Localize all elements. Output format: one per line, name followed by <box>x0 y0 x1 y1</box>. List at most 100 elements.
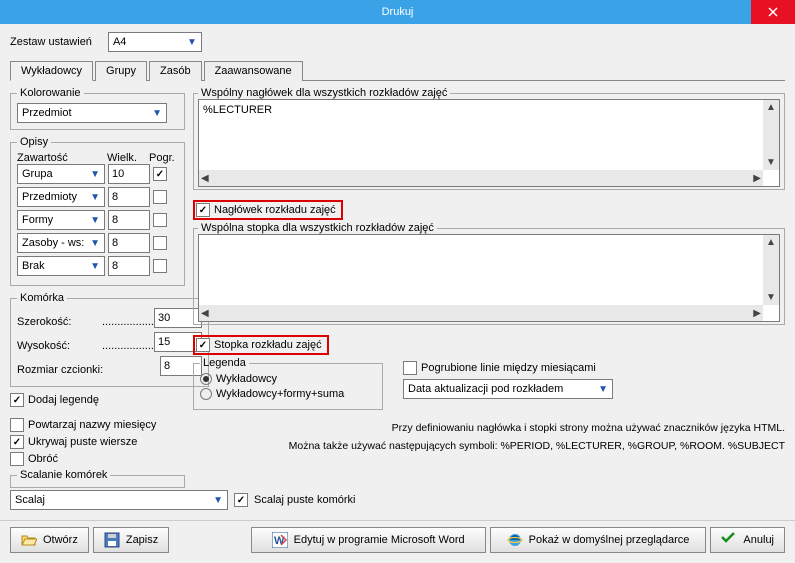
chevron-down-icon: ▼ <box>152 108 162 119</box>
opisy-val-4[interactable]: 8 <box>108 256 150 276</box>
opisy-sel-1[interactable]: Przedmioty▼ <box>17 187 105 207</box>
kolorowanie-select[interactable]: Przedmiot ▼ <box>17 103 167 123</box>
chevron-down-icon: ▼ <box>598 384 608 395</box>
cancel-button[interactable]: Anuluj <box>710 527 785 553</box>
chevron-down-icon: ▼ <box>90 215 100 226</box>
header-legend: Wspólny nagłówek dla wszystkich rozkładó… <box>198 87 450 99</box>
scalanie-select[interactable]: Scalaj ▼ <box>10 490 228 510</box>
open-button[interactable]: Otwórz <box>10 527 89 553</box>
powt-chk[interactable] <box>10 418 24 432</box>
opisy-chk-0[interactable]: ✓ <box>153 167 167 181</box>
opisy-val-0[interactable]: 10 <box>108 164 150 184</box>
dodaj-label: Dodaj legendę <box>28 394 99 406</box>
footer-textarea[interactable]: ▲▼ ◀▶ <box>198 234 780 322</box>
scalanie-legend: Scalanie komórek <box>17 469 110 481</box>
arrow-up-icon: ▲ <box>764 235 778 250</box>
opisy-val-1[interactable]: 8 <box>108 187 150 207</box>
folder-open-icon <box>21 532 37 548</box>
opisy-sel-3[interactable]: Zasoby - ws:▼ <box>17 233 105 253</box>
opisy-chk-1[interactable] <box>153 190 167 204</box>
opisy-sel-4[interactable]: Brak▼ <box>17 256 105 276</box>
h-scrollbar[interactable]: ◀▶ <box>199 305 763 321</box>
obroc-label: Obróć <box>28 453 58 465</box>
ukryj-label: Ukrywaj puste wiersze <box>28 436 137 448</box>
tab-wykladowcy[interactable]: Wykładowcy <box>10 61 93 81</box>
scalanie-value: Scalaj <box>15 494 45 506</box>
opisy-h3: Pogr. <box>149 152 177 164</box>
browser-button[interactable]: Pokaż w domyślnej przeglądarce <box>490 527 707 553</box>
arrow-left-icon: ◀ <box>199 171 211 186</box>
font-label: Rozmiar czcionki: <box>17 364 107 376</box>
radio-label-1: Wykładowcy <box>216 373 277 385</box>
opisy-h2: Wielk. <box>107 152 149 164</box>
opisy-legend: Opisy <box>17 136 51 148</box>
radio-label-2: Wykładowcy+formy+suma <box>216 388 344 400</box>
tab-zaawansowane[interactable]: Zaawansowane <box>204 61 303 81</box>
wys-label: Wysokość: <box>17 340 102 352</box>
presets-value: A4 <box>113 36 126 48</box>
arrow-left-icon: ◀ <box>199 306 211 321</box>
header-fieldset: Wspólny nagłówek dla wszystkich rozkładó… <box>193 87 785 190</box>
arrow-up-icon: ▲ <box>764 100 778 115</box>
checkmark-icon <box>721 532 737 548</box>
opisy-chk-3[interactable] <box>153 236 167 250</box>
scalaj-puste-chk[interactable]: ✓ <box>234 493 248 507</box>
naglowek-highlight: ✓ Nagłówek rozkładu zajęć <box>193 200 343 220</box>
help-text-1: Przy definiowaniu nagłówka i stopki stro… <box>193 422 785 434</box>
radio-wykladowcy[interactable] <box>200 373 212 385</box>
v-scrollbar[interactable]: ▲▼ <box>763 100 779 170</box>
arrow-down-icon: ▼ <box>764 290 778 305</box>
opisy-chk-4[interactable] <box>153 259 167 273</box>
naglowek-label: Nagłówek rozkładu zajęć <box>214 204 336 216</box>
opisy-h1: Zawartość <box>17 152 107 164</box>
komorka-fieldset: Komórka Szerokość:.................30 Wy… <box>10 292 209 387</box>
dodaj-chk[interactable]: ✓ <box>10 393 24 407</box>
opisy-chk-2[interactable] <box>153 213 167 227</box>
word-icon: W <box>272 532 288 548</box>
close-button[interactable] <box>751 0 795 24</box>
kolorowanie-legend: Kolorowanie <box>17 87 84 99</box>
header-textarea[interactable]: %LECTURER ▲▼ ◀▶ <box>198 99 780 187</box>
footer-fieldset: Wspólna stopka dla wszystkich rozkładów … <box>193 222 785 325</box>
presets-select[interactable]: A4 ▼ <box>108 32 202 52</box>
tabs: Wykładowcy Grupy Zasób Zaawansowane <box>10 60 785 81</box>
opisy-sel-2[interactable]: Formy▼ <box>17 210 105 230</box>
opisy-sel-0[interactable]: Grupa▼ <box>17 164 105 184</box>
opisy-val-3[interactable]: 8 <box>108 233 150 253</box>
save-button[interactable]: Zapisz <box>93 527 169 553</box>
v-scrollbar[interactable]: ▲▼ <box>763 235 779 305</box>
chevron-down-icon: ▼ <box>90 261 100 272</box>
tab-grupy[interactable]: Grupy <box>95 61 147 81</box>
legenda-fieldset: Legenda Wykładowcy Wykładowcy+formy+suma <box>193 357 383 410</box>
kolorowanie-value: Przedmiot <box>22 107 72 119</box>
chevron-down-icon: ▼ <box>213 495 223 506</box>
h-scrollbar[interactable]: ◀▶ <box>199 170 763 186</box>
window-titlebar: Drukuj <box>0 0 795 24</box>
powt-label: Powtarzaj nazwy miesięcy <box>28 419 156 431</box>
dataakt-select[interactable]: Data aktualizacji pod rozkładem ▼ <box>403 379 613 399</box>
radio-wfs[interactable] <box>200 388 212 400</box>
ukryj-chk[interactable]: ✓ <box>10 435 24 449</box>
pogrub-label: Pogrubione linie między miesiącami <box>421 362 596 374</box>
save-icon <box>104 532 120 548</box>
word-button[interactable]: W Edytuj w programie Microsoft Word <box>251 527 486 553</box>
button-bar: Otwórz Zapisz W Edytuj w programie Micro… <box>0 520 795 559</box>
arrow-right-icon: ▶ <box>751 306 763 321</box>
obroc-chk[interactable] <box>10 452 24 466</box>
pogrub-chk[interactable] <box>403 361 417 375</box>
chevron-down-icon: ▼ <box>90 238 100 249</box>
opisy-val-2[interactable]: 8 <box>108 210 150 230</box>
ie-icon <box>507 532 523 548</box>
chevron-down-icon: ▼ <box>90 192 100 203</box>
stopka-chk[interactable]: ✓ <box>196 338 210 352</box>
arrow-right-icon: ▶ <box>751 171 763 186</box>
dataakt-value: Data aktualizacji pod rozkładem <box>408 383 563 395</box>
szer-label: Szerokość: <box>17 316 102 328</box>
help-text-2: Można także używać następujących symboli… <box>193 440 785 452</box>
close-icon <box>768 7 778 17</box>
tab-zasob[interactable]: Zasób <box>149 61 202 81</box>
naglowek-chk[interactable]: ✓ <box>196 203 210 217</box>
chevron-down-icon: ▼ <box>90 169 100 180</box>
footer-legend: Wspólna stopka dla wszystkich rozkładów … <box>198 222 437 234</box>
legenda-legend: Legenda <box>200 357 249 369</box>
